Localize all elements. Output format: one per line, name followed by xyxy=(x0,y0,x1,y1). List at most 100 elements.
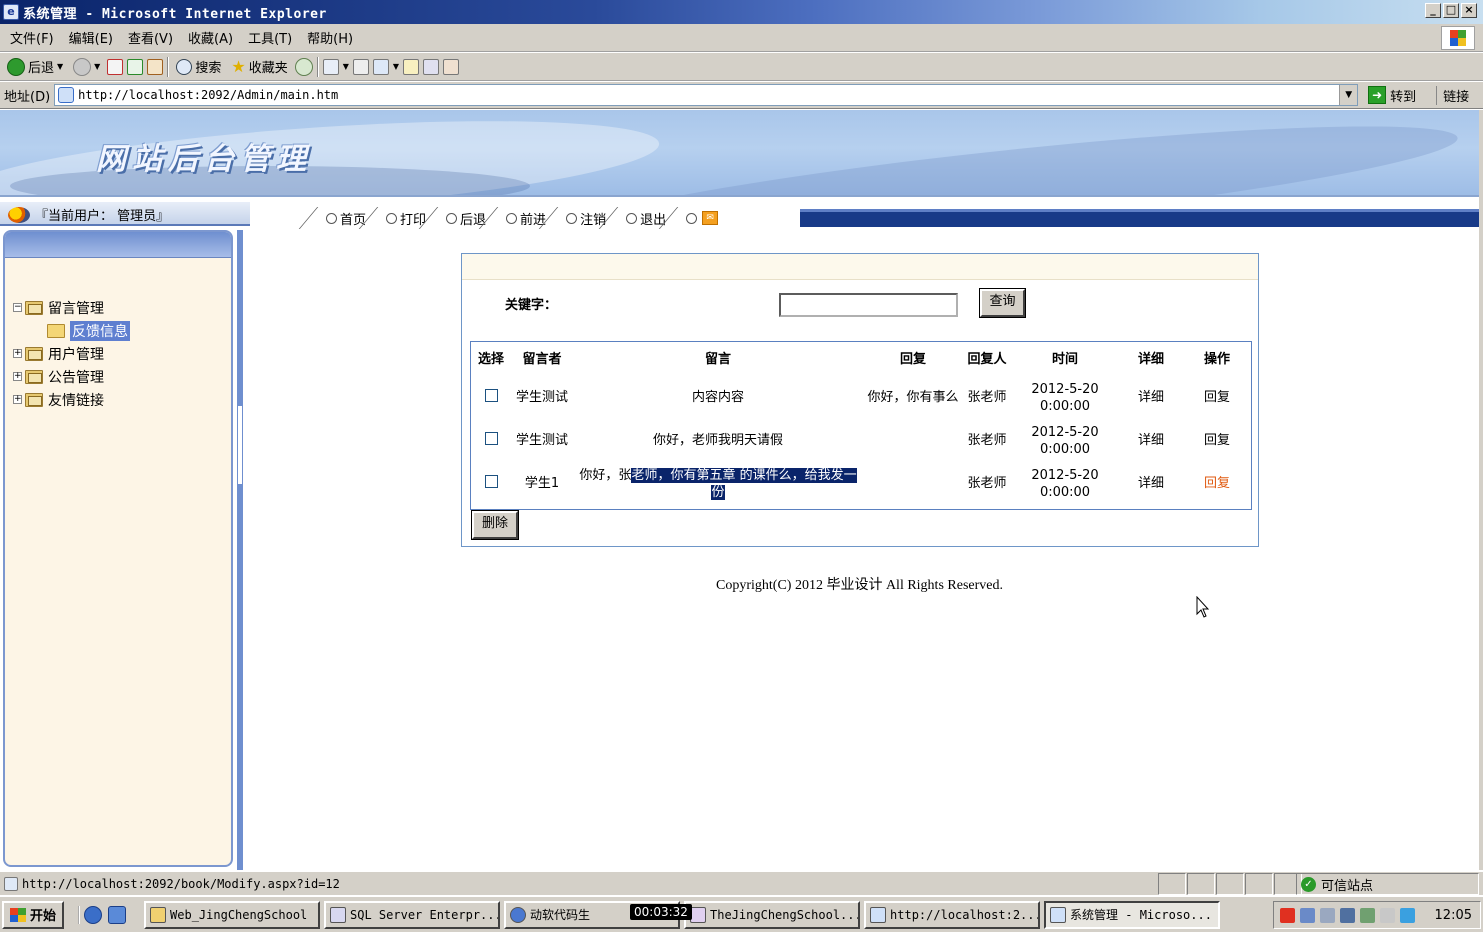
reply-link[interactable]: 回复 xyxy=(1204,433,1230,448)
address-dropdown-icon[interactable]: ▼ xyxy=(1339,85,1358,105)
search-icon xyxy=(176,58,193,75)
author-cell: 学生测试 xyxy=(515,433,568,448)
table-row: 学生1 你好，张老师，你有第五章 的课件么，给我发一份 张老师 2012-5-2… xyxy=(471,462,1251,505)
edit-icon[interactable] xyxy=(372,58,389,75)
sidebar-header xyxy=(5,232,231,258)
media-icon[interactable] xyxy=(1380,907,1395,923)
author-cell: 学生测试 xyxy=(515,390,568,405)
links-button[interactable]: 链接 xyxy=(1436,85,1469,105)
collapse-icon[interactable]: − xyxy=(13,303,22,312)
menu-help[interactable]: 帮助(H) xyxy=(301,28,362,47)
ie-icon xyxy=(870,906,887,923)
detail-link[interactable]: 详细 xyxy=(1119,376,1183,419)
back-dropdown-icon[interactable]: ▼ xyxy=(57,62,63,71)
menu-favorites[interactable]: 收藏(A) xyxy=(182,28,242,47)
tools-icon[interactable] xyxy=(1360,907,1375,923)
tree-label-notices[interactable]: 公告管理 xyxy=(48,367,104,387)
task-label: SQL Server Enterpr... xyxy=(350,907,501,922)
desktop-icon[interactable] xyxy=(108,905,127,924)
go-button[interactable]: ➜ 转到 xyxy=(1368,86,1416,105)
discuss-icon[interactable] xyxy=(403,58,420,75)
tree-node-feedback[interactable]: 反馈信息 xyxy=(13,319,130,342)
tree-label-messages[interactable]: 留言管理 xyxy=(48,298,104,318)
status-bar: http://localhost:2092/book/Modify.aspx?i… xyxy=(0,871,1483,895)
sidebar-splitter[interactable] xyxy=(237,230,243,870)
detail-link[interactable]: 详细 xyxy=(1119,419,1183,462)
research-icon[interactable] xyxy=(443,58,460,75)
banner-title: 网站后台管理 xyxy=(96,142,312,177)
menu-edit[interactable]: 编辑(E) xyxy=(63,28,122,47)
maximize-button[interactable]: □ xyxy=(1443,3,1459,18)
page-icon xyxy=(4,876,18,891)
expand-icon[interactable]: + xyxy=(13,372,22,381)
header-message: 留言 xyxy=(704,351,731,367)
status-url: http://localhost:2092/book/Modify.aspx?i… xyxy=(4,876,340,891)
mail-icon[interactable] xyxy=(322,58,339,75)
circle-icon xyxy=(506,212,518,224)
splitter-handle[interactable] xyxy=(237,405,243,485)
nav-mail[interactable]: ✉ xyxy=(680,207,732,229)
messenger-icon[interactable] xyxy=(423,58,440,75)
sql-agent-icon[interactable] xyxy=(1320,907,1335,923)
tree-node-notices[interactable]: + 公告管理 xyxy=(13,365,130,388)
folder-icon xyxy=(25,346,43,361)
task-button[interactable]: Web_JingChengSchool xyxy=(144,900,321,929)
print-icon[interactable] xyxy=(352,58,369,75)
network-icon[interactable] xyxy=(1300,907,1315,923)
forward-button[interactable]: ▼ xyxy=(70,56,103,78)
address-input[interactable]: http://localhost:2092/Admin/main.htm ▼ xyxy=(54,84,1359,106)
site-nav: 『当前用户： 管理员』 首页 打印 后退 前进 注销 退出 ✉ xyxy=(0,195,1479,228)
row-checkbox[interactable] xyxy=(484,474,498,488)
stop-icon[interactable] xyxy=(107,58,124,75)
expand-icon[interactable]: + xyxy=(13,349,22,358)
ie-icon[interactable] xyxy=(84,905,103,924)
favorites-button[interactable]: ★ 收藏夹 xyxy=(228,56,290,78)
tree-label-links[interactable]: 友情链接 xyxy=(48,390,104,410)
keyword-input[interactable] xyxy=(779,293,958,317)
menu-file[interactable]: 文件(F) xyxy=(4,28,63,47)
tree-node-messages[interactable]: − 留言管理 xyxy=(13,296,130,319)
query-button[interactable]: 查询 xyxy=(979,288,1026,318)
forward-dropdown-icon[interactable]: ▼ xyxy=(94,62,100,71)
quick-launch xyxy=(78,905,127,924)
home-icon[interactable] xyxy=(147,58,164,75)
tree-label-users[interactable]: 用户管理 xyxy=(48,344,104,364)
menu-view[interactable]: 查看(V) xyxy=(122,28,182,47)
taskbar: 开始 Web_JingChengSchool SQL Server Enterp… xyxy=(0,896,1483,932)
antivirus-icon[interactable] xyxy=(1280,907,1295,923)
mail-dropdown-icon[interactable]: ▼ xyxy=(343,62,349,71)
monitor-icon[interactable] xyxy=(1340,907,1355,923)
row-checkbox[interactable] xyxy=(484,388,498,402)
windows-logo-icon xyxy=(1441,26,1475,50)
circle-icon xyxy=(386,212,398,224)
menu-tools[interactable]: 工具(T) xyxy=(242,28,301,47)
reply-link[interactable]: 回复 xyxy=(1204,390,1230,405)
back-button[interactable]: 后退 ▼ xyxy=(4,56,66,78)
edit-dropdown-icon[interactable]: ▼ xyxy=(393,62,399,71)
row-checkbox[interactable] xyxy=(484,431,498,445)
task-button[interactable]: http://localhost:2... xyxy=(864,900,1041,929)
tree-label-feedback[interactable]: 反馈信息 xyxy=(70,320,130,341)
media-icon[interactable] xyxy=(294,57,313,76)
forward-arrow-icon xyxy=(73,57,92,76)
page-scrollbar[interactable] xyxy=(1479,110,1483,870)
tree-node-links[interactable]: + 友情链接 xyxy=(13,388,130,411)
task-label: TheJingChengSchool... xyxy=(710,907,861,922)
reply-link[interactable]: 回复 xyxy=(1204,476,1230,491)
start-button[interactable]: 开始 xyxy=(2,900,65,929)
delete-button[interactable]: 删除 xyxy=(471,510,519,540)
message-text: 你好，老师我明天请假 xyxy=(652,433,783,448)
volume-icon[interactable] xyxy=(1400,907,1415,923)
close-button[interactable]: × xyxy=(1461,3,1477,18)
task-button[interactable]: TheJingChengSchool... xyxy=(684,900,861,929)
task-button-active[interactable]: 系统管理 - Microso... xyxy=(1044,900,1221,929)
expand-icon[interactable]: + xyxy=(13,395,22,404)
tree-node-users[interactable]: + 用户管理 xyxy=(13,342,130,365)
detail-link[interactable]: 详细 xyxy=(1119,462,1183,505)
task-label: 动软代码生 xyxy=(530,908,591,922)
search-button[interactable]: 搜索 xyxy=(173,56,224,78)
address-url[interactable]: http://localhost:2092/Admin/main.htm xyxy=(78,88,338,102)
task-button[interactable]: SQL Server Enterpr... xyxy=(324,900,501,929)
refresh-icon[interactable] xyxy=(127,58,144,75)
minimize-button[interactable]: _ xyxy=(1425,3,1441,18)
